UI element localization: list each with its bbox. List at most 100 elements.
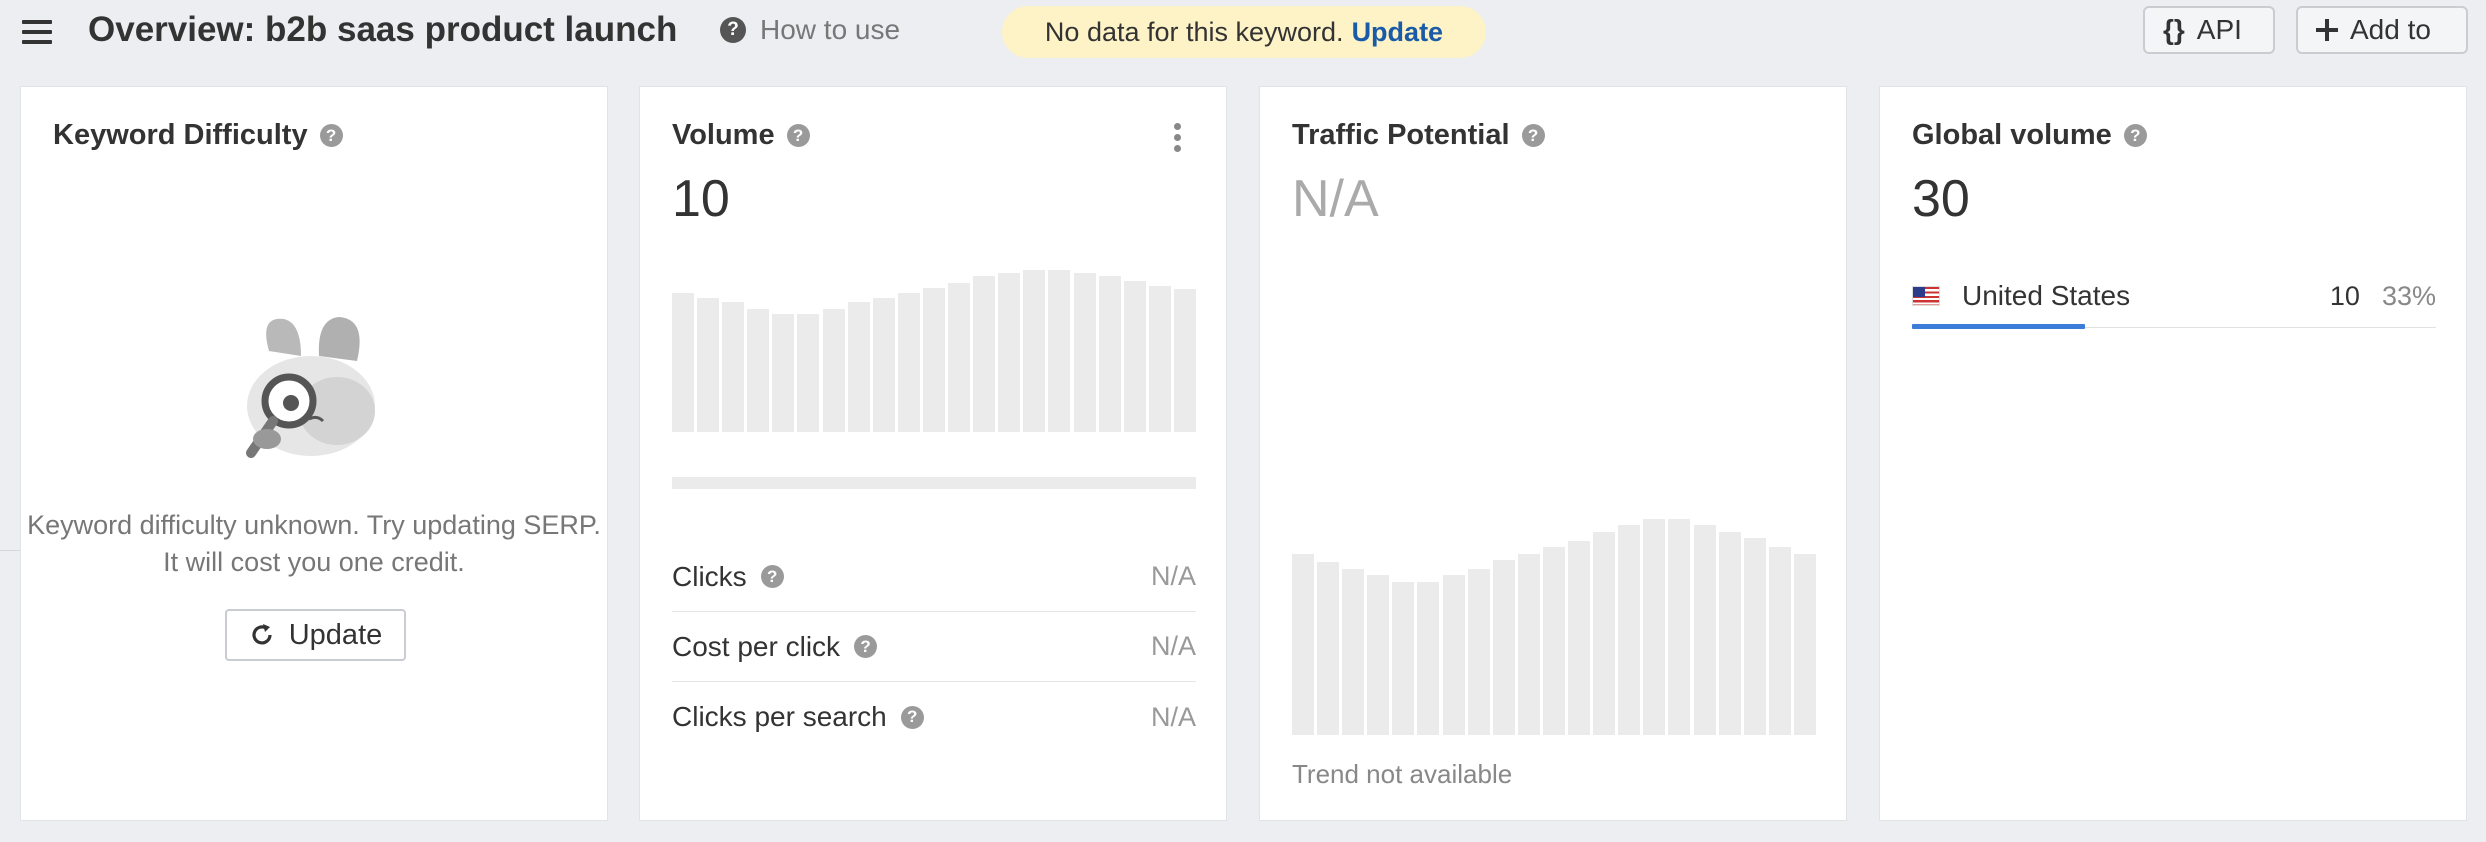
update-serp-button[interactable]: Update [225, 609, 406, 661]
trend-bar [1392, 582, 1415, 735]
global-volume-title: Global volume [1912, 119, 2112, 151]
trend-bar [847, 302, 870, 432]
global-volume-value: 30 [1912, 170, 1970, 228]
metric-label: Clicks [672, 560, 747, 592]
trend-bar [1292, 554, 1314, 735]
how-to-use-label: How to use [760, 14, 901, 45]
help-icon[interactable]: ? [900, 705, 924, 729]
trend-bar [897, 293, 920, 432]
card-title: Keyword Difficulty ? [53, 119, 343, 152]
banner-update-link[interactable]: Update [1352, 17, 1444, 48]
metric-row-clicks: Clicks? N/A [672, 542, 1196, 612]
trend-bar [822, 309, 845, 432]
trend-bar [1023, 270, 1046, 432]
volume-card: Volume ? 10 Clicks? N/A Cost per click? … [639, 86, 1227, 821]
metric-label: Cost per click [672, 630, 841, 662]
help-icon[interactable]: ? [786, 124, 810, 147]
metric-value: N/A [1150, 701, 1196, 732]
metric-row-cost-per-click: Cost per click? N/A [672, 612, 1196, 682]
trend-bar [697, 298, 720, 432]
plus-icon [2316, 19, 2338, 41]
trend-bar [1467, 569, 1490, 735]
traffic-potential-value: N/A [1292, 170, 1379, 228]
card-title: Volume ? [672, 119, 810, 152]
trend-bar [1442, 575, 1465, 735]
traffic-potential-card: Traffic Potential ? N/A Trend not availa… [1259, 86, 1847, 821]
trend-bar [1693, 525, 1716, 735]
country-volume: 10 [2329, 280, 2360, 311]
trend-bar [872, 298, 895, 432]
trend-bar [1743, 538, 1766, 735]
update-label: Update [288, 618, 383, 651]
trend-bar [1618, 525, 1641, 735]
api-label: API [2196, 14, 2242, 45]
help-icon[interactable]: ? [854, 635, 878, 658]
trend-bar [1568, 541, 1591, 735]
help-icon[interactable]: ? [319, 124, 343, 147]
trend-bar [797, 314, 820, 432]
traffic-trend-chart [1292, 519, 1816, 735]
metric-label: Clicks per search [672, 701, 887, 732]
help-icon[interactable]: ? [2123, 124, 2147, 147]
keyword-difficulty-message: Keyword difficulty unknown. Try updating… [27, 510, 601, 577]
keyword-difficulty-title: Keyword Difficulty [53, 119, 308, 151]
share-bar [1912, 324, 2085, 329]
trend-bar [1342, 569, 1365, 735]
trend-bar [1793, 554, 1816, 735]
trend-bar [922, 288, 945, 432]
trend-bar [1492, 560, 1515, 735]
add-to-button[interactable]: Add to [2296, 6, 2468, 54]
chart-baseline [672, 477, 1196, 489]
api-button[interactable]: {} API [2143, 6, 2275, 54]
help-icon[interactable]: ? [1521, 124, 1545, 147]
page-title: Overview: b2b saas product launch [88, 10, 678, 49]
metric-value: N/A [1150, 561, 1196, 591]
trend-bar [1048, 270, 1071, 432]
metric-row-clicks-per-search: Clicks per search? N/A [672, 682, 1196, 752]
trend-bar [772, 314, 795, 432]
trend-bar [1317, 562, 1340, 735]
trend-bar [948, 283, 971, 432]
global-volume-card: Global volume ? 30 United States 10 33% [1879, 86, 2467, 821]
trend-bar [1768, 547, 1791, 735]
trend-bar [672, 293, 694, 432]
trend-bar [998, 273, 1021, 432]
divider [0, 550, 20, 551]
question-circle-icon: ? [720, 17, 746, 43]
trend-bar [1173, 289, 1196, 432]
trend-bar [1098, 276, 1121, 432]
trend-bar [722, 302, 745, 432]
trend-bar [1542, 547, 1565, 735]
trend-bar [973, 276, 996, 432]
country-row-united-states[interactable]: United States 10 33% [1912, 277, 2436, 315]
magnifier-mascot-icon [246, 317, 375, 458]
add-to-label: Add to [2350, 14, 2431, 45]
trend-note: Trend not available [1292, 759, 1513, 789]
trend-bar [1517, 554, 1540, 735]
card-title: Global volume ? [1912, 119, 2147, 152]
no-data-text: No data for this keyword. [1044, 16, 1344, 47]
menu-icon[interactable] [22, 18, 54, 46]
keyword-difficulty-card: Keyword Difficulty ? Keyword difficulty … [20, 86, 608, 821]
trend-bar [1643, 519, 1666, 735]
trend-bar [1123, 281, 1146, 432]
trend-bar [1718, 532, 1741, 735]
card-title: Traffic Potential ? [1292, 119, 1545, 152]
volume-trend-chart [672, 270, 1196, 432]
volume-title: Volume [672, 119, 775, 151]
traffic-potential-title: Traffic Potential [1292, 119, 1510, 151]
us-flag-icon [1912, 286, 1940, 306]
trend-bar [1668, 519, 1691, 735]
trend-bar [747, 309, 770, 432]
trend-bar [1148, 286, 1171, 432]
trend-bar [1073, 273, 1096, 432]
help-icon[interactable]: ? [760, 565, 784, 588]
no-data-banner: No data for this keyword. Update [1002, 6, 1486, 58]
metric-value: N/A [1150, 631, 1196, 661]
how-to-use-link[interactable]: ? How to use [720, 14, 900, 46]
trend-bar [1593, 532, 1616, 735]
refresh-icon [252, 624, 272, 645]
country-percent: 33% [2381, 280, 2436, 311]
country-name: United States [1962, 280, 2131, 311]
more-options-icon[interactable] [1172, 123, 1182, 153]
